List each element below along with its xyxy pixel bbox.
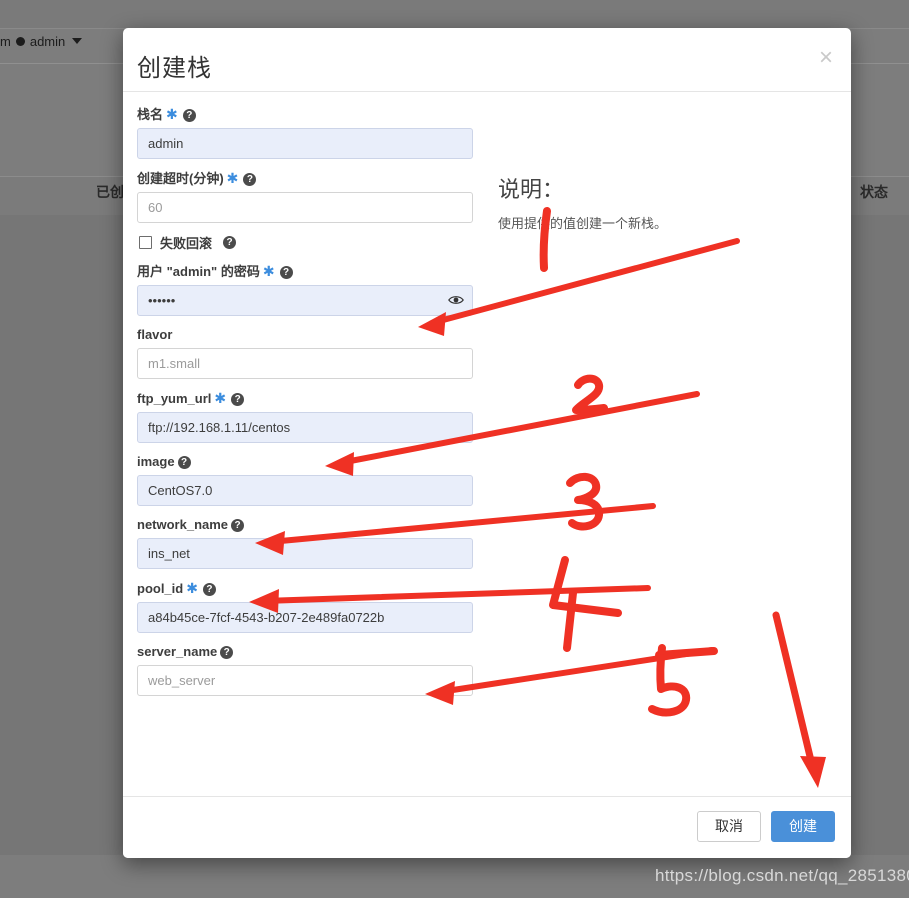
create-button[interactable]: 创建 [771,811,835,843]
label-network-name: network_name? [137,516,475,534]
stack-name-input[interactable] [137,128,473,159]
background-column-status: 状态 [860,184,888,200]
help-icon[interactable]: ? [182,109,196,122]
watermark: https://blog.csdn.net/qq_28513801 [655,866,909,885]
label-server-name: server_name? [137,643,475,661]
help-icon[interactable]: ? [243,173,257,186]
ftp-yum-url-input[interactable] [137,412,473,443]
background-topbar [0,0,909,29]
field-pool-id: pool_id ✱? [137,579,475,633]
modal-body: 栈名✱? 创建超时(分钟)✱? 失败回滚 ? 用户 "admin" 的 [123,92,851,796]
field-flavor: flavor [137,326,475,379]
cancel-button[interactable]: 取消 [697,811,761,843]
description-panel: 说明： 使用提供的值创建一个新栈。 [498,172,798,235]
label-create-timeout: 创建超时(分钟) ✱? [137,169,475,188]
background-user-name: admin [29,33,66,49]
pool-id-input[interactable] [137,602,473,633]
modal-title: 创建栈 [137,55,212,82]
field-network-name: network_name? [137,516,475,569]
help-icon[interactable]: ? [231,519,245,532]
rollback-checkbox[interactable] [139,236,152,249]
stack-form: 栈名✱? 创建超时(分钟)✱? 失败回滚 ? 用户 "admin" 的 [137,105,475,706]
password-input-wrapper [137,285,473,316]
network-name-input[interactable] [137,538,473,569]
help-icon[interactable]: ? [220,646,234,659]
field-image: image? [137,453,475,506]
status-dot-icon [15,36,25,46]
field-stack-name: 栈名 ✱? [137,105,475,159]
field-admin-password: 用户 "admin" 的密码 ✱? [137,262,475,316]
create-stack-modal: 创建栈 × 栈名✱? 创建超时(分钟)✱? 失败回滚 [123,28,851,858]
required-asterisk-icon: ✱ [226,170,239,186]
field-create-timeout: 创建超时(分钟) ✱? [137,169,475,223]
image-input[interactable] [137,475,473,506]
help-icon[interactable]: ? [231,393,245,406]
rollback-checkbox-label: 失败回滚 [160,236,213,251]
required-asterisk-icon: ✱ [214,390,227,406]
chevron-down-icon [72,38,83,44]
background-column-created: 已创 [96,184,124,200]
eye-icon[interactable] [448,293,464,307]
required-asterisk-icon: ✱ [262,263,275,279]
label-image: image? [137,453,475,471]
label-flavor: flavor [137,327,173,342]
field-server-name: server_name? [137,643,475,696]
field-ftp-yum-url: ftp_yum_url ✱? [137,389,475,443]
help-icon[interactable]: ? [202,583,216,596]
server-name-input[interactable] [137,665,473,696]
description-text: 使用提供的值创建一个新栈。 [498,216,668,231]
footer-button-group: 取消 创建 [697,811,835,843]
description-heading: 说明： [498,177,565,202]
close-icon[interactable]: × [813,42,839,74]
help-icon[interactable]: ? [279,266,293,279]
flavor-input[interactable] [137,348,473,379]
admin-password-input[interactable] [137,285,473,316]
rollback-checkbox-row[interactable]: 失败回滚 ? [139,233,475,252]
label-admin-password: 用户 "admin" 的密码 ✱? [137,262,475,281]
label-ftp-yum-url: ftp_yum_url ✱? [137,389,475,408]
modal-header: 创建栈 × [123,28,851,92]
background-user-menu[interactable]: m admin [0,29,83,53]
required-asterisk-icon: ✱ [166,106,178,122]
label-pool-id: pool_id ✱? [137,579,475,598]
help-icon[interactable]: ? [223,236,237,249]
modal-footer: 取消 创建 [123,796,851,858]
required-asterisk-icon: ✱ [186,580,198,596]
create-timeout-input[interactable] [137,192,473,223]
label-stack-name: 栈名 ✱? [137,105,475,124]
background-user-prefix: m [0,33,11,49]
help-icon[interactable]: ? [177,456,191,469]
